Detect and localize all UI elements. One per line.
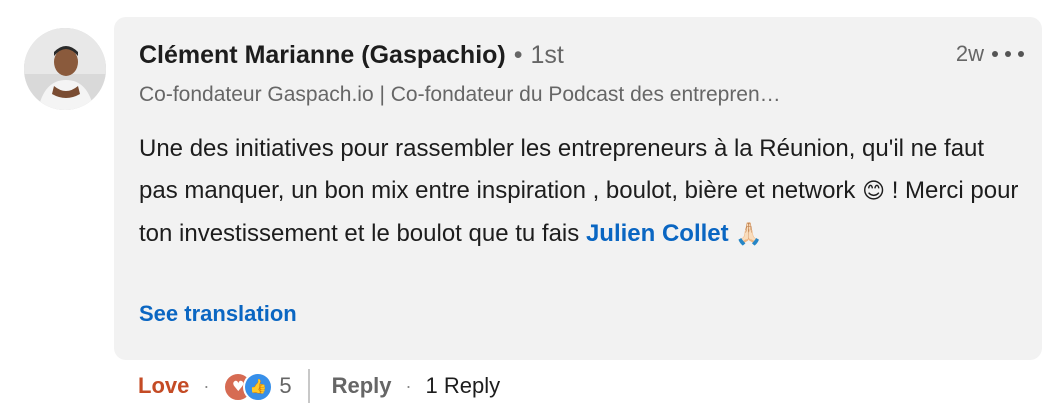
comment-card: Clément Marianne (Gaspachio) • 1st 2w Co… [0,0,1058,416]
love-reaction-button[interactable]: Love [138,373,189,399]
comment-actions: Love · ♥ 👍 5 Reply · 1 Reply [138,368,500,404]
connection-degree: 1st [530,41,564,69]
comment-text: Une des initiatives pour rassembler les … [139,128,1019,256]
comment-text-part-1: Une des initiatives pour rassembler les … [139,135,985,204]
comment-time: 2w [955,41,984,66]
smile-emoji-icon: 😊 [862,179,886,204]
author-headline: Co-fondateur Gaspach.io | Co-fondateur d… [139,83,781,106]
avatar-photo [24,28,106,110]
degree-separator: • [513,41,523,69]
like-icon: 👍 [243,372,274,402]
more-options-button[interactable] [992,47,1024,61]
reply-separator: · [405,375,412,396]
more-horizontal-icon [992,51,998,57]
mention-link[interactable]: Julien Collet [586,220,729,247]
avatar[interactable] [24,28,106,110]
pray-emoji-icon: 🙏🏻 [735,222,763,247]
author-line: Clément Marianne (Gaspachio) • 1st [139,41,564,70]
reaction-icons[interactable]: ♥ 👍 [223,372,275,402]
see-translation-button[interactable]: See translation [139,301,297,327]
reaction-count[interactable]: 5 [279,373,291,399]
author-name[interactable]: Clément Marianne (Gaspachio) [139,41,506,70]
actions-divider [307,369,310,403]
actions-separator: · [203,375,210,396]
comment-bubble: Clément Marianne (Gaspachio) • 1st 2w Co… [114,17,1042,360]
replies-count-link[interactable]: 1 Reply [426,373,501,399]
reply-button[interactable]: Reply [332,373,392,399]
